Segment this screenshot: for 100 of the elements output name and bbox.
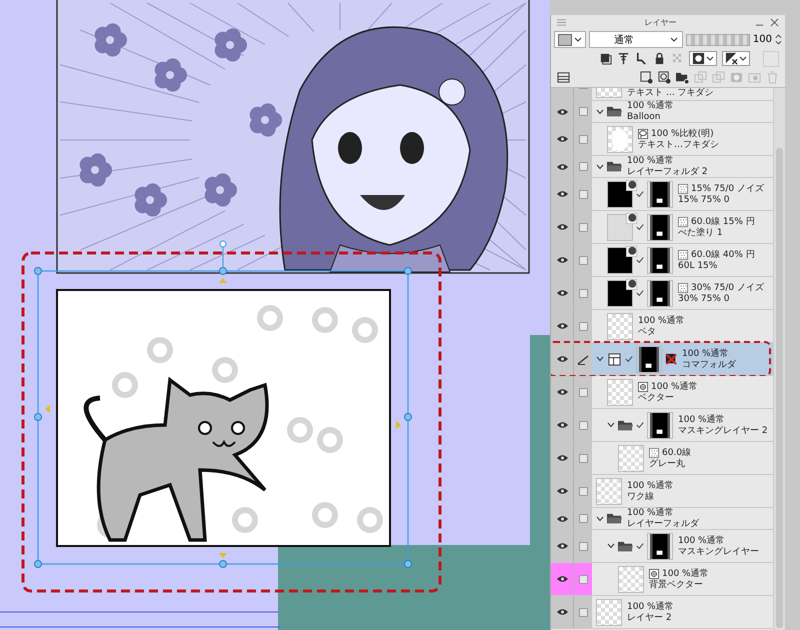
checkbox[interactable]	[578, 514, 588, 523]
spinner-arrows-icon[interactable]	[775, 33, 782, 46]
layer-row[interactable]: 15% 75/0 ノイズ 15% 75% 0	[551, 178, 773, 211]
layer-blend-mode: 100 %比較(明)	[651, 128, 714, 138]
layer-blend-mode: 100 %通常	[682, 348, 729, 358]
mask-thumbnail	[647, 246, 673, 274]
layer-row[interactable]: 60.0線 グレー丸	[551, 442, 773, 475]
scrollbar[interactable]	[773, 88, 785, 630]
checkbox[interactable]	[578, 454, 588, 462]
layer-row[interactable]: 100 %通常 レイヤーフォルダ 2	[551, 156, 773, 178]
checkbox[interactable]	[578, 256, 588, 264]
ruler-dropdown[interactable]	[722, 51, 750, 66]
layer-blend-mode: 100 %通常	[627, 602, 674, 612]
flower-drawing	[214, 28, 247, 62]
layer-row[interactable]: 100 %通常 ワク線	[551, 475, 773, 508]
checkbox[interactable]	[578, 574, 588, 584]
layer-row[interactable]: 100 %通常 マスキングレイヤー 2	[551, 409, 773, 442]
layer-blend-mode: 100 %通常	[662, 568, 709, 578]
eye-icon[interactable]	[556, 322, 568, 330]
layer-color-dropdown[interactable]	[554, 31, 586, 48]
eye-icon[interactable]	[556, 162, 568, 170]
layer-row[interactable]: 100 %通常 Balloon	[551, 101, 773, 123]
caret-icon[interactable]	[574, 36, 582, 44]
layer-row[interactable]: 60.0線 40% 円 60L 15%	[551, 244, 773, 277]
chevron-down-icon[interactable]	[596, 162, 604, 170]
layer-name: ベクター	[638, 392, 675, 402]
layer-row[interactable]: 30% 75/0 ノイズ 30% 75% 0	[551, 277, 773, 310]
layer-row[interactable]: 100 %通常 レイヤーフォルダ	[551, 508, 773, 530]
layer-blend-mode: 60.0線 40% 円	[691, 250, 755, 260]
new-folder-icon[interactable]	[676, 71, 689, 84]
checkbox[interactable]	[578, 388, 588, 396]
layer-name: テキスト…フキダシ	[638, 140, 719, 150]
layer-name: べた塗り 1	[678, 228, 724, 238]
checkbox[interactable]	[578, 486, 588, 496]
eye-icon[interactable]	[556, 190, 568, 198]
layer-name: マスキングレイヤー 2	[678, 426, 768, 436]
checkbox[interactable]	[578, 162, 588, 171]
eye-icon[interactable]	[556, 135, 568, 143]
mask-dropdown[interactable]	[689, 51, 717, 66]
checkbox[interactable]	[578, 222, 588, 232]
split-view-icon[interactable]	[557, 71, 570, 84]
layer-row[interactable]: 60.0線 15% 円 べた塗り 1	[551, 211, 773, 244]
caret-icon[interactable]	[670, 36, 678, 44]
layer-row[interactable]: テキスト … フキダシ	[551, 88, 773, 101]
checkbox[interactable]	[578, 190, 588, 198]
new-vector-layer-icon[interactable]	[658, 71, 671, 84]
layer-row[interactable]: 100 %通常 レイヤー 2	[551, 596, 773, 629]
new-raster-layer-icon[interactable]	[640, 71, 653, 84]
checkbox[interactable]	[578, 107, 588, 116]
reference-layer-icon[interactable]	[617, 52, 630, 65]
eye-icon[interactable]	[556, 388, 568, 396]
eye-icon[interactable]	[556, 421, 568, 429]
chevron-down-icon[interactable]	[607, 542, 615, 550]
eye-icon[interactable]	[556, 514, 568, 522]
caret-icon[interactable]	[739, 54, 747, 62]
eye-icon[interactable]	[556, 289, 568, 297]
lock-icon[interactable]	[653, 52, 666, 65]
chevron-down-icon[interactable]	[607, 421, 615, 429]
checkbox[interactable]	[578, 288, 588, 298]
blend-mode-dropdown[interactable]: 通常	[589, 31, 683, 48]
checkbox[interactable]	[578, 420, 588, 430]
layer-row[interactable]: 100 %通常 背景ベクター	[551, 563, 773, 596]
layer-name: 30% 75% 0	[678, 294, 730, 304]
mask-icon	[692, 52, 705, 65]
eye-icon[interactable]	[556, 487, 568, 495]
opacity-value[interactable]: 100	[752, 34, 772, 45]
close-icon[interactable]	[770, 18, 779, 27]
panel-title: レイヤー	[644, 17, 678, 28]
eye-icon[interactable]	[556, 575, 568, 583]
layer-row[interactable]: 100 %比較(明) テキスト…フキダシ	[551, 123, 773, 156]
eye-icon[interactable]	[556, 108, 568, 116]
checkbox[interactable]	[578, 608, 588, 616]
layer-name: ベタ	[638, 326, 657, 336]
layer-row[interactable]: 100 %通常 ベタ	[551, 310, 773, 343]
checkbox[interactable]	[578, 134, 588, 144]
layer-name: レイヤー 2	[627, 612, 673, 622]
eye-icon[interactable]	[556, 608, 568, 616]
layer-row[interactable]: 100 %通常 マスキングレイヤー	[551, 530, 773, 563]
checkbox[interactable]	[578, 322, 588, 330]
checkbox[interactable]	[578, 542, 588, 550]
layer-blend-mode: 100 %通常	[678, 414, 725, 424]
eye-icon[interactable]	[556, 542, 568, 550]
caret-icon[interactable]	[706, 54, 714, 62]
draft-layer-icon[interactable]	[635, 52, 648, 65]
eye-icon[interactable]	[556, 223, 568, 231]
flower-drawing	[250, 103, 282, 137]
layer-name: グレー丸	[649, 458, 686, 468]
layer-row[interactable]: 100 %通常 ベクター	[551, 376, 773, 409]
eye-icon[interactable]	[556, 256, 568, 264]
folder-icon	[607, 512, 622, 525]
clip-layer-icon[interactable]	[599, 52, 612, 65]
eye-icon[interactable]	[556, 355, 568, 363]
layer-row[interactable]: 100 %通常 コマフォルダ	[551, 343, 773, 376]
mask-thumbnail	[636, 346, 662, 372]
flower-drawing	[94, 23, 127, 57]
chevron-down-icon[interactable]	[596, 355, 604, 363]
eye-icon[interactable]	[556, 454, 568, 462]
chevron-down-icon[interactable]	[596, 514, 604, 522]
chevron-down-icon[interactable]	[596, 108, 604, 116]
gradient-fill-icon	[626, 246, 637, 256]
